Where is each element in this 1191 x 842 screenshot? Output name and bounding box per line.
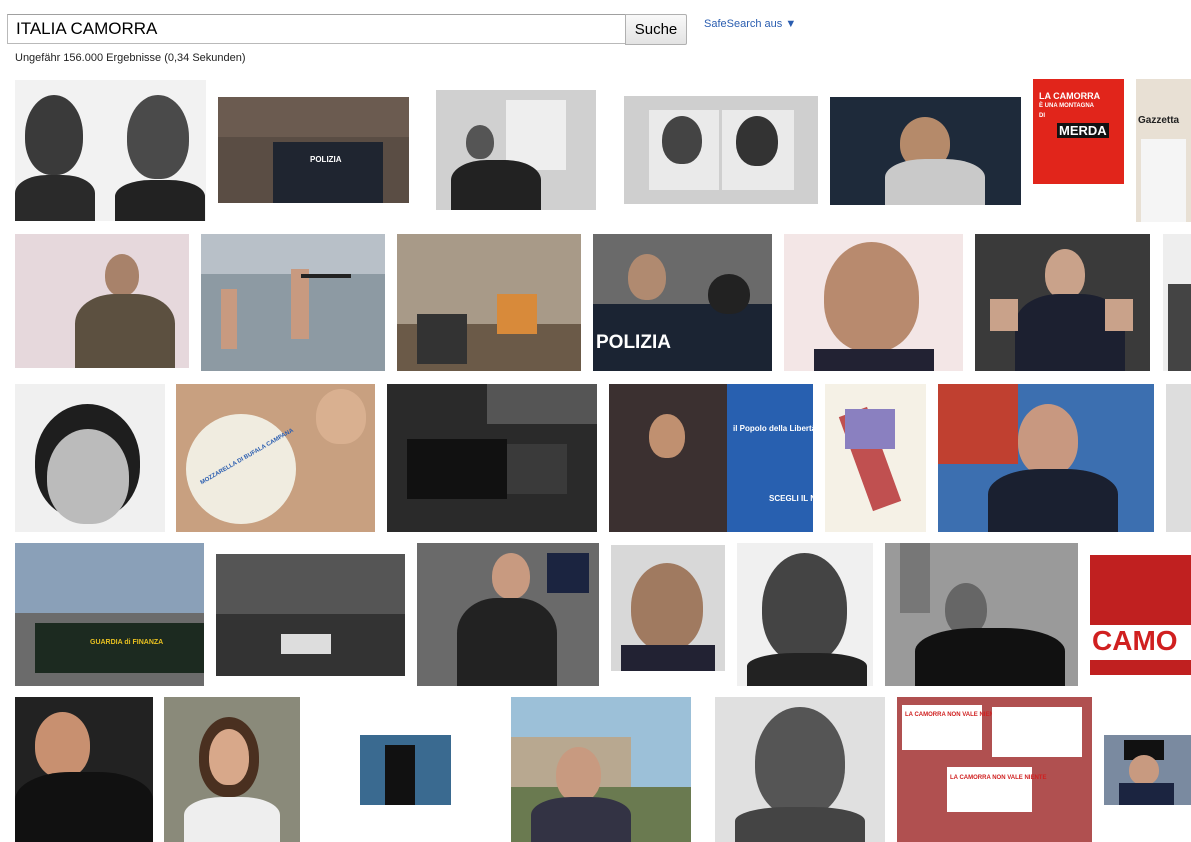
poster-text-1: LA CAMORRA xyxy=(1039,91,1101,101)
poster-text-3: DI xyxy=(1039,113,1045,119)
image-result-man-portrait-pink[interactable] xyxy=(784,234,963,371)
image-result-italy-map[interactable] xyxy=(825,384,926,532)
polizia-vest-big: POLIZIA xyxy=(596,332,671,353)
image-result-mozzarella[interactable]: MOZZARELLA DI BUFALA CAMPANA xyxy=(176,384,375,532)
gazzetta-text: Gazzetta xyxy=(1138,115,1180,126)
image-result-radio-device[interactable] xyxy=(387,384,597,532)
image-result-politician-speaking[interactable] xyxy=(938,384,1154,532)
image-result-gazzetta[interactable]: Gazzetta xyxy=(1136,79,1191,222)
popolo-liberta-text: il Popolo della Libertà xyxy=(733,424,813,433)
search-input[interactable] xyxy=(7,14,626,44)
image-result-police-officer[interactable] xyxy=(1104,735,1191,805)
image-result-smiling-man-dark[interactable] xyxy=(15,697,153,842)
image-result-man-in-car[interactable] xyxy=(830,97,1021,205)
image-result-police-arrest[interactable]: POLIZIA xyxy=(218,97,409,203)
poster-text-4: MERDA xyxy=(1057,123,1109,138)
protest-sign-text-1: LA CAMORRA NON VALE NIENTE xyxy=(905,712,1002,718)
image-result-arrest-officer[interactable] xyxy=(417,543,599,686)
image-result-guardia-finanza[interactable]: GUARDIA di FINANZA xyxy=(15,543,204,686)
safesearch-dropdown[interactable]: SafeSearch aus ▼ xyxy=(704,18,796,30)
image-result-man-seated-room[interactable] xyxy=(436,90,596,210)
polizia-vest-text: POLIZIA xyxy=(310,155,342,164)
image-result-smiling-man-glasses[interactable] xyxy=(15,384,165,532)
poster-text-2: È UNA MONTAGNA xyxy=(1039,103,1094,109)
image-result-politician-hands[interactable] xyxy=(975,234,1150,371)
image-result-interview-room[interactable] xyxy=(397,234,581,371)
image-result-mugshot-long-hair[interactable] xyxy=(611,545,725,671)
image-result-man-doorway[interactable] xyxy=(360,735,451,805)
image-result-bearded-man-bw[interactable] xyxy=(737,543,873,686)
protest-sign-text-2: LA CAMORRA NON VALE NIENTE xyxy=(950,775,1047,781)
image-result-abandoned-building[interactable] xyxy=(511,697,691,842)
search-button[interactable]: Suche xyxy=(625,14,687,45)
image-result-mugshot-sketch[interactable] xyxy=(715,697,885,842)
image-result-partial-right-2[interactable] xyxy=(1163,234,1191,371)
image-result-mugshots-pair[interactable] xyxy=(624,96,818,204)
banner-camo-text: CAMO xyxy=(1092,625,1178,656)
image-result-camorra-poster[interactable]: LA CAMORRA È UNA MONTAGNA DI MERDA xyxy=(1033,79,1124,222)
image-result-crime-scene-street[interactable] xyxy=(216,554,405,676)
results-count: Ungefähr 156.000 Ergebnisse (0,34 Sekund… xyxy=(15,52,246,64)
image-result-woman-portrait[interactable] xyxy=(164,697,300,842)
image-result-protest-signs[interactable]: LA CAMORRA NON VALE NIENTE LA CAMORRA NO… xyxy=(897,697,1092,842)
image-result-partial-right-3[interactable] xyxy=(1166,384,1191,532)
image-result-man-waving-bw[interactable] xyxy=(885,543,1078,686)
image-result-police-escort[interactable]: POLIZIA xyxy=(593,234,772,371)
image-result-man-graffiti-wall[interactable] xyxy=(15,234,189,368)
image-result-camorra-banner[interactable]: CAMO xyxy=(1090,555,1191,675)
scegli-text: SCEGLI IL NOME xyxy=(769,494,813,503)
image-result-men-rifle-lake[interactable] xyxy=(201,234,385,371)
image-result-mugshot-profile[interactable] xyxy=(15,80,206,221)
guardia-finanza-text: GUARDIA di FINANZA xyxy=(90,639,164,646)
image-result-press-conference[interactable]: il Popolo della Libertà SCEGLI IL NOME xyxy=(609,384,813,532)
